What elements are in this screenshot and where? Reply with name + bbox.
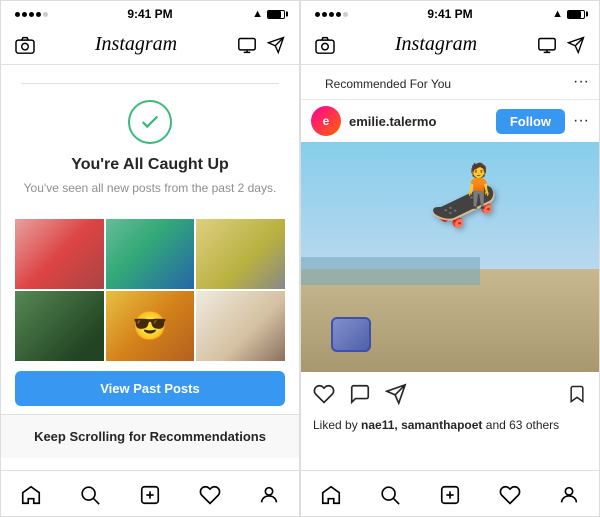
add-icon[interactable] bbox=[139, 481, 161, 507]
view-past-posts-button[interactable]: View Past Posts bbox=[15, 371, 285, 406]
post-username[interactable]: emilie.talermo bbox=[349, 114, 488, 129]
caught-up-title: You're All Caught Up bbox=[71, 156, 229, 174]
grid-cell-3[interactable] bbox=[196, 219, 285, 289]
profile-icon[interactable] bbox=[258, 481, 280, 507]
post-more-dots[interactable]: ··· bbox=[573, 112, 589, 130]
left-status-bar: 9:41 PM ▲ bbox=[1, 1, 299, 25]
heart-icon-r[interactable] bbox=[499, 481, 521, 507]
keep-scrolling-banner: Keep Scrolling for Recommendations bbox=[1, 414, 299, 458]
search-icon[interactable] bbox=[79, 481, 101, 507]
search-icon-r[interactable] bbox=[379, 481, 401, 507]
divider bbox=[21, 83, 279, 84]
left-logo: Instagram bbox=[95, 33, 177, 56]
caught-up-section: You're All Caught Up You've seen all new… bbox=[1, 65, 299, 209]
wifi-icon-r: ▲ bbox=[552, 8, 563, 20]
liked-by-label: Liked by bbox=[313, 418, 358, 432]
tv-icon-r[interactable] bbox=[537, 34, 557, 55]
right-status-icons-r: ▲ bbox=[552, 8, 585, 20]
check-circle-icon bbox=[128, 100, 172, 144]
profile-icon-r[interactable] bbox=[558, 481, 580, 507]
right-phone: 9:41 PM ▲ Instagram bbox=[300, 0, 600, 517]
heart-icon[interactable] bbox=[199, 481, 221, 507]
camera-icon[interactable] bbox=[15, 34, 35, 55]
grid-cell-1[interactable] bbox=[15, 219, 104, 289]
grid-cell-2[interactable] bbox=[106, 219, 195, 289]
add-icon-r[interactable] bbox=[439, 481, 461, 507]
signal-dots bbox=[15, 12, 48, 17]
left-phone: 9:41 PM ▲ Instagram bbox=[0, 0, 300, 517]
wifi-icon: ▲ bbox=[252, 8, 263, 20]
send-icon-r[interactable] bbox=[567, 34, 585, 55]
right-navbar: Instagram bbox=[301, 25, 599, 65]
right-bottom-nav bbox=[301, 470, 599, 516]
left-nav-icons bbox=[15, 34, 35, 55]
right-nav-icons bbox=[237, 34, 285, 55]
bookmark-icon[interactable] bbox=[567, 380, 587, 406]
post-actions bbox=[301, 372, 599, 414]
right-status-icons: ▲ bbox=[252, 8, 285, 20]
grid-cell-5[interactable] bbox=[106, 291, 195, 361]
grid-cell-6[interactable] bbox=[196, 291, 285, 361]
battery-icon-r bbox=[567, 10, 585, 19]
share-icon[interactable] bbox=[385, 380, 407, 406]
like-icon[interactable] bbox=[313, 380, 335, 406]
right-logo: Instagram bbox=[395, 33, 477, 56]
recommended-banner: Recommended For You ··· bbox=[301, 65, 599, 100]
liked-others: and 63 others bbox=[486, 418, 559, 432]
camera-icon-r[interactable] bbox=[315, 34, 335, 55]
home-icon-r[interactable] bbox=[320, 481, 342, 507]
post-image: 🛹 🧍 bbox=[301, 142, 599, 372]
post-avatar[interactable]: e bbox=[311, 106, 341, 136]
recommended-label: Recommended For You bbox=[311, 69, 465, 95]
recommended-more-dots[interactable]: ··· bbox=[573, 73, 589, 91]
grid-cell-4[interactable] bbox=[15, 291, 104, 361]
left-navbar: Instagram bbox=[1, 25, 299, 65]
left-time: 9:41 PM bbox=[127, 7, 172, 21]
home-icon[interactable] bbox=[20, 481, 42, 507]
right-nav-icons-left bbox=[315, 34, 335, 55]
right-nav-icons-right bbox=[537, 34, 585, 55]
right-status-bar: 9:41 PM ▲ bbox=[301, 1, 599, 25]
follow-button[interactable]: Follow bbox=[496, 109, 565, 134]
caught-up-subtitle: You've seen all new posts from the past … bbox=[24, 180, 277, 197]
battery-icon bbox=[267, 10, 285, 19]
comment-icon[interactable] bbox=[349, 380, 371, 406]
left-bottom-nav bbox=[1, 470, 299, 516]
liked-users[interactable]: nae11, samanthapoet bbox=[361, 418, 482, 432]
post-header: e emilie.talermo Follow ··· bbox=[301, 100, 599, 142]
photo-grid bbox=[15, 219, 285, 361]
tv-icon[interactable] bbox=[237, 34, 257, 55]
right-time: 9:41 PM bbox=[427, 7, 472, 21]
liked-by-text: Liked by nae11, samanthapoet and 63 othe… bbox=[301, 414, 599, 442]
right-signal-dots bbox=[315, 12, 348, 17]
send-icon[interactable] bbox=[267, 34, 285, 55]
